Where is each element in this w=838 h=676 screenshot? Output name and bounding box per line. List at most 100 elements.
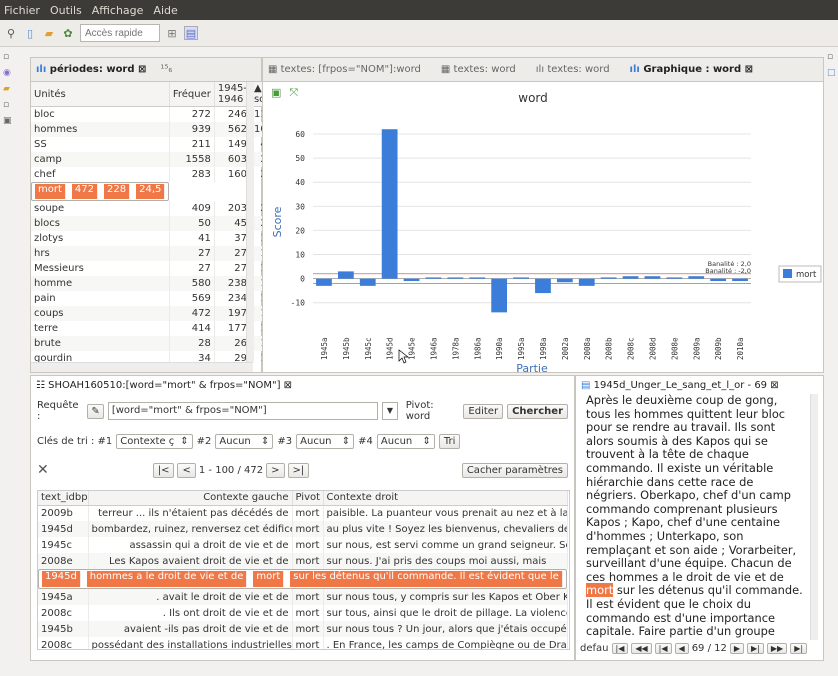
last-page-button[interactable]: >| xyxy=(287,462,310,478)
chart-bar[interactable] xyxy=(403,278,420,282)
settings-icon[interactable]: ✿ xyxy=(61,26,75,40)
search-button[interactable]: Chercher xyxy=(507,403,568,419)
hide-parameters-button[interactable]: Cacher paramètres xyxy=(461,462,568,478)
table-cell: mort xyxy=(292,521,324,537)
periods-col-header[interactable]: Unités xyxy=(31,82,170,107)
next-page-button[interactable]: > xyxy=(266,462,285,478)
previous-page-doc-button[interactable]: ◀ xyxy=(674,643,689,654)
chart-bar[interactable] xyxy=(622,276,639,279)
quick-access-input[interactable] xyxy=(80,24,160,42)
next-page-doc-button[interactable]: ▶ xyxy=(729,643,745,654)
tab-document[interactable]: ▤ 1945d_Unger_Le_sang_et_l_or - 69 ⊠ xyxy=(581,380,779,391)
minimized-view-icon[interactable]: ▫ xyxy=(3,100,15,112)
sort-key-4-select[interactable]: Aucun ⇕ xyxy=(376,433,435,449)
chart-bar[interactable] xyxy=(666,277,683,279)
menu-fichier[interactable]: Fichier xyxy=(4,4,40,17)
table-row[interactable]: 2009b terreur ... ils n'étaient pas décéd… xyxy=(38,505,568,521)
sort-key-3-select[interactable]: Aucun ⇕ xyxy=(296,433,355,449)
new-file-icon[interactable]: ▯ xyxy=(23,26,37,40)
folder-icon[interactable]: ▰ xyxy=(3,84,15,96)
document-vscrollbar[interactable] xyxy=(810,394,818,640)
table-cell: 580 xyxy=(169,275,215,291)
chart-bar[interactable] xyxy=(425,277,442,279)
restore-icon[interactable]: ▫ xyxy=(3,52,15,64)
chart-bar[interactable] xyxy=(535,278,551,294)
table-row[interactable]: 2008e Les Kapos avaient droit de vie et d… xyxy=(38,553,568,569)
sort-key-1-select[interactable]: Contexte ç ⇕ xyxy=(116,433,193,449)
menu-outils[interactable]: Outils xyxy=(50,4,82,17)
last-text-button[interactable]: ▶| xyxy=(790,643,808,654)
table-row[interactable]: 1945a. avait le droit de vie et de mort su… xyxy=(38,589,568,605)
chart-panel: ▦ textes: [frpos="NOM"]:word ▦ textes: w… xyxy=(262,57,824,373)
chart-bar[interactable] xyxy=(644,276,661,279)
tab-textes-nom[interactable]: ▦ textes: [frpos="NOM"]:word xyxy=(268,64,421,75)
first-page-doc-button[interactable]: |◀ xyxy=(654,643,672,654)
tab-textes-word[interactable]: ▦ textes: word xyxy=(441,64,516,75)
tab-periods-word[interactable]: ılı périodes: word ⊠ xyxy=(36,64,146,75)
tab-overflow[interactable]: ¹⁵₆ xyxy=(160,64,172,75)
console-icon[interactable]: ▣ xyxy=(3,116,15,128)
menu-affichage[interactable]: Affichage xyxy=(92,4,144,17)
chart-bar[interactable] xyxy=(447,277,464,279)
chart-bar[interactable] xyxy=(578,278,595,286)
periods-hscrollbar[interactable] xyxy=(31,362,253,372)
previous-text-button[interactable]: ◀◀ xyxy=(631,643,652,654)
chart-bar[interactable] xyxy=(688,276,705,279)
highlighted-word[interactable]: mort xyxy=(586,583,614,598)
previous-page-button[interactable]: < xyxy=(177,462,196,478)
concordance-col-header[interactable]: Pivot xyxy=(292,491,324,506)
chart-bar[interactable] xyxy=(513,277,529,279)
edit-button[interactable]: Editer xyxy=(463,403,504,419)
palette-icon[interactable]: ◉ xyxy=(3,68,15,80)
first-page-button[interactable]: |< xyxy=(152,462,175,478)
table-row[interactable]: 1945d bombardez, ruinez, renversez cet éd… xyxy=(38,521,568,537)
table-cell: 1945d xyxy=(42,571,81,587)
table-row[interactable]: 2008c. Ils ont droit de vie et de mort sur… xyxy=(38,605,568,621)
document-page-info: 69 / 12 xyxy=(691,643,727,654)
menu-aide[interactable]: Aide xyxy=(153,4,177,17)
table-cell: 24,5 xyxy=(136,183,166,199)
table-row[interactable]: 1945c assassin qui a droit de vie et de mo… xyxy=(38,537,568,553)
concordance-col-header[interactable]: Contexte droit xyxy=(323,491,568,506)
tab-concordance[interactable]: ☷ SHOAH160510:[word="mort" & frpos="NOM"… xyxy=(36,380,292,391)
table-row[interactable]: 1945d hommes a le droit de vie et de mort s… xyxy=(38,569,567,589)
chart-bar[interactable] xyxy=(556,278,573,283)
chart-bar[interactable] xyxy=(381,129,398,279)
txm-perspective-icon[interactable]: ▤ xyxy=(184,26,198,40)
chart-bar[interactable] xyxy=(337,271,354,279)
table-row[interactable]: 2008c possédant des installations industr… xyxy=(38,637,568,649)
minimized-right-icon[interactable]: ▫ xyxy=(827,52,838,64)
chart-bar[interactable] xyxy=(491,278,508,313)
table-cell: sur nous. J'ai pris des coups moi aussi,… xyxy=(323,553,568,569)
table-cell: terre xyxy=(31,320,170,336)
outline-icon[interactable]: □ xyxy=(827,68,838,80)
concordance-tabrow: ☷ SHOAH160510:[word="mort" & frpos="NOM"… xyxy=(31,376,574,394)
open-folder-icon[interactable]: ▰ xyxy=(42,26,56,40)
tab-graphique-word[interactable]: ılı Graphique : word ⊠ xyxy=(630,64,753,75)
periods-col-header[interactable]: Fréquer xyxy=(169,82,215,107)
query-history-dropdown[interactable]: ▼ xyxy=(382,402,398,420)
concordance-col-header[interactable]: Contexte gauche xyxy=(88,491,293,506)
table-cell: sur les détenus qu'il commande. Il est é… xyxy=(290,571,563,587)
last-page-doc-button[interactable]: ▶| xyxy=(747,643,764,654)
chart-bar[interactable] xyxy=(469,277,486,279)
sort-key-2-select[interactable]: Aucun ⇕ xyxy=(215,433,274,449)
periods-vscrollbar[interactable] xyxy=(246,82,254,362)
chart-bar[interactable] xyxy=(600,277,617,279)
query-input[interactable]: [word="mort" & frpos="NOM"] xyxy=(107,402,379,420)
first-text-button[interactable]: |◀ xyxy=(611,643,629,654)
next-text-button[interactable]: ▶▶ xyxy=(766,643,788,654)
chart-bar[interactable] xyxy=(710,278,727,282)
chart-bar[interactable] xyxy=(316,278,332,286)
concordance-col-header[interactable]: text_idbp xyxy=(38,491,89,506)
sort-button[interactable]: Tri xyxy=(438,433,461,449)
table-row[interactable]: 1945b avaient -ils pas droit de vie et de… xyxy=(38,621,568,637)
chart-bar[interactable] xyxy=(732,278,748,282)
perspective-icon[interactable]: ⊞ xyxy=(165,26,179,40)
corpus-icon[interactable]: ⚲ xyxy=(4,26,18,40)
close-icon[interactable]: ✕ xyxy=(37,462,49,478)
query-assist-button[interactable]: ✎ xyxy=(87,403,104,419)
tab-textes-word-2[interactable]: ılı textes: word xyxy=(536,64,610,75)
chart-bar[interactable] xyxy=(359,278,376,286)
table-row[interactable]: mort 472 228 24,5 xyxy=(31,181,170,201)
